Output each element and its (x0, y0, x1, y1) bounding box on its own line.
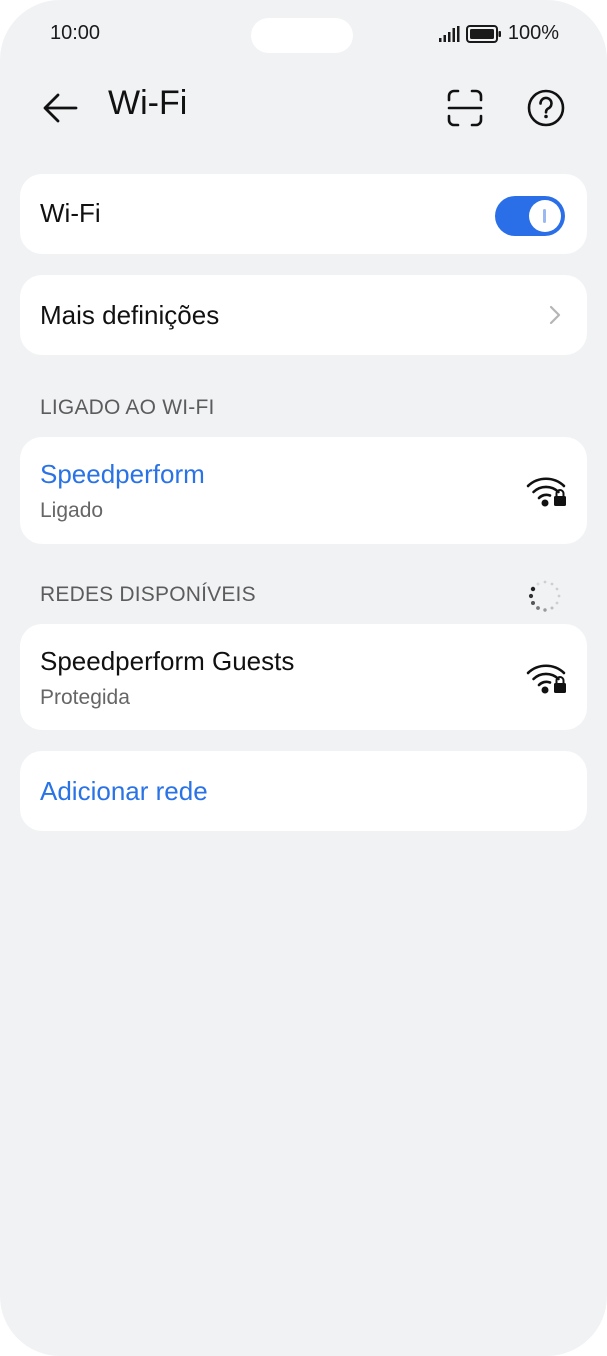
wifi-lock-icon (526, 664, 566, 694)
wifi-toggle-label: Wi-Fi (40, 198, 101, 228)
signal-icon (438, 25, 460, 42)
connected-section-label: LIGADO AO WI-FI (40, 396, 215, 419)
loading-spinner-icon (528, 580, 561, 612)
status-icons: 100% (438, 22, 559, 45)
battery-percentage: 100% (507, 22, 559, 44)
network-list-item[interactable]: Speedperform Guests Protegida (20, 624, 587, 730)
toggle-knob (529, 200, 561, 232)
add-network-button[interactable]: Adicionar rede (20, 751, 587, 831)
camera-cutout (251, 18, 353, 53)
battery-icon (465, 24, 501, 43)
more-settings-row[interactable]: Mais definições (20, 275, 587, 355)
connected-network-status: Ligado (40, 499, 104, 522)
wifi-lock-icon (526, 477, 566, 507)
connected-network-name: Speedperform (40, 459, 205, 489)
wifi-toggle-switch[interactable] (495, 196, 565, 236)
add-network-label: Adicionar rede (40, 776, 208, 806)
wifi-toggle-row[interactable]: Wi-Fi (20, 174, 587, 254)
page-title: Wi-Fi (108, 84, 188, 122)
qr-scan-icon[interactable] (443, 86, 487, 130)
phone-screen: 10:00 100% Wi-Fi Wi-Fi Mais definições L… (0, 0, 607, 1356)
status-time: 10:00 (50, 22, 101, 44)
chevron-right-icon (549, 305, 561, 325)
connected-network-row[interactable]: Speedperform Ligado (20, 437, 587, 544)
status-bar: 10:00 100% (0, 0, 607, 70)
available-section-label: REDES DISPONÍVEIS (40, 583, 256, 606)
network-security-status: Protegida (40, 686, 130, 709)
app-header: Wi-Fi (0, 72, 607, 142)
more-settings-label: Mais definições (40, 300, 220, 330)
network-name: Speedperform Guests (40, 646, 295, 676)
help-icon[interactable] (524, 86, 568, 130)
back-arrow-icon[interactable] (38, 86, 82, 130)
